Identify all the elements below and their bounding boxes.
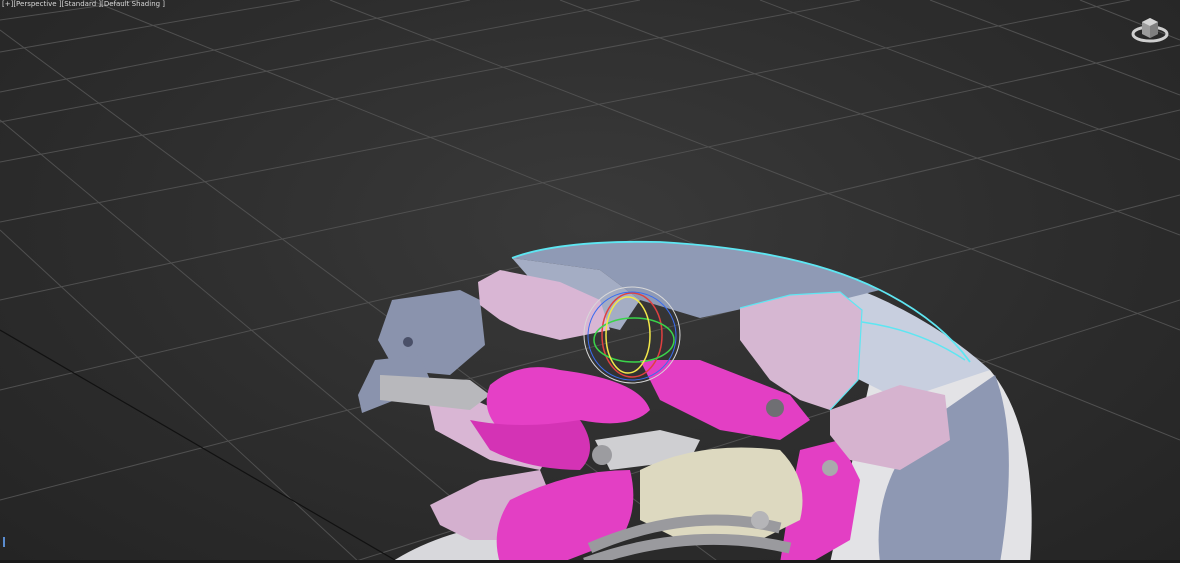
viewport-menu-perspective[interactable]: [Perspective ] bbox=[13, 0, 61, 8]
viewport-menu-standard[interactable]: [Standard ] bbox=[62, 0, 102, 8]
bolt-magenta bbox=[766, 399, 784, 417]
viewport-perspective[interactable]: [+][Perspective ][Standard ][Default Sha… bbox=[0, 0, 1180, 563]
viewport-menu-plus[interactable]: [+] bbox=[2, 0, 13, 8]
grey-rod-right bbox=[751, 511, 769, 529]
axis-tripod-icon bbox=[3, 537, 5, 547]
scene-canvas[interactable] bbox=[0, 0, 1180, 563]
grey-rod-right-2 bbox=[822, 460, 838, 476]
bracket-bolt bbox=[403, 337, 413, 347]
viewport-menu-shading[interactable]: [Default Shading ] bbox=[101, 0, 165, 8]
robot-head-model[interactable] bbox=[358, 240, 1032, 563]
grid-axis-line bbox=[0, 329, 401, 563]
grey-rod-end bbox=[592, 445, 612, 465]
viewcube-icon[interactable] bbox=[1130, 12, 1170, 44]
viewport-label: [+][Perspective ][Standard ][Default Sha… bbox=[2, 0, 165, 8]
magenta-claw-lower[interactable] bbox=[470, 420, 590, 470]
